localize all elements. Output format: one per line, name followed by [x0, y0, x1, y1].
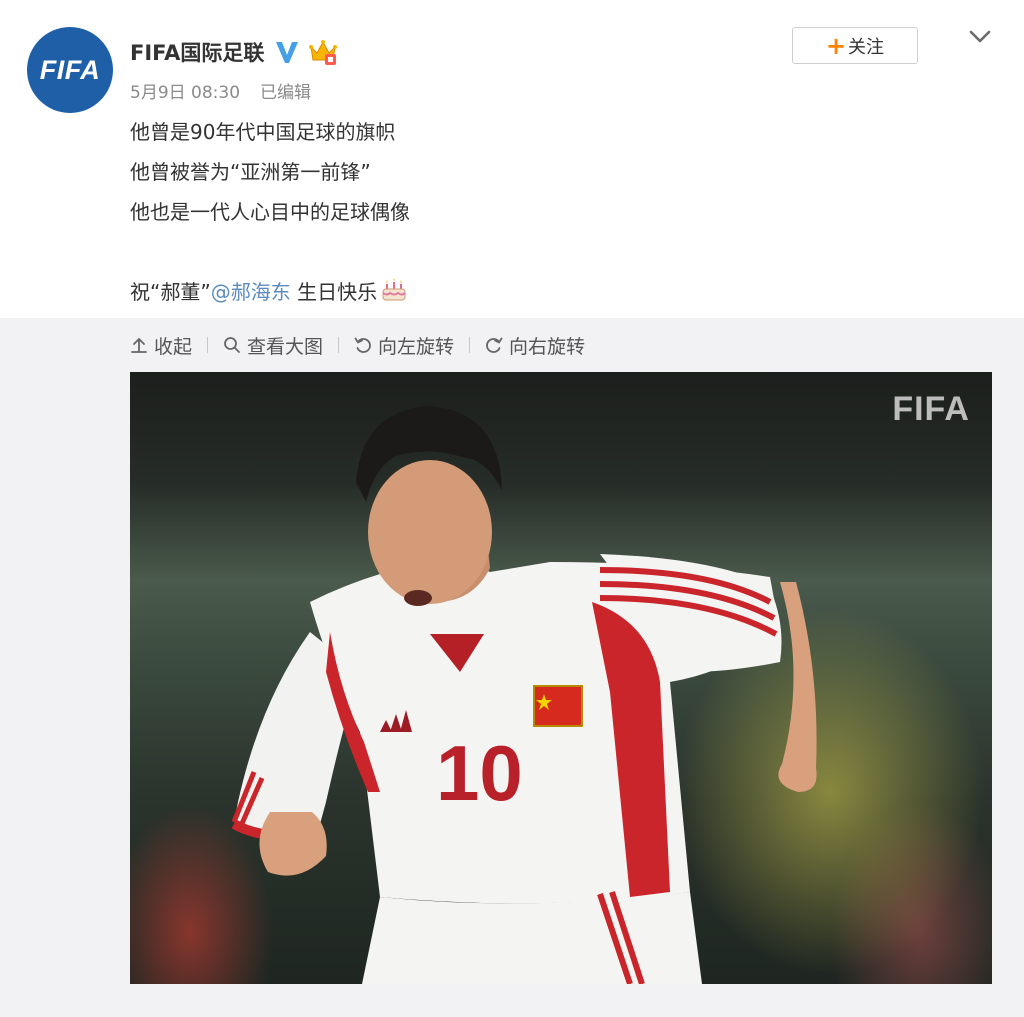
mention-link[interactable]: @郝海东 — [211, 280, 291, 304]
birthday-line: 祝“郝董”@郝海东 生日快乐 — [130, 272, 410, 312]
avatar-logo-text: FIFA — [39, 54, 101, 85]
crown-member-icon[interactable] — [308, 38, 338, 66]
account-name-row: FIFA国际足联 — [130, 34, 338, 70]
post-line: 他也是一代人心目中的足球偶像 — [130, 200, 410, 224]
collapse-button[interactable]: 收起 — [130, 332, 192, 359]
verified-v-icon[interactable] — [274, 39, 300, 65]
follow-label: 关注 — [848, 36, 885, 58]
post-line: 他曾被誉为“亚洲第一前锋” — [130, 160, 371, 184]
post-text: 他曾是90年代中国足球的旗帜 他曾被誉为“亚洲第一前锋” 他也是一代人心目中的足… — [130, 112, 410, 312]
birthday-cake-icon — [382, 278, 406, 301]
plus-icon: + — [825, 31, 847, 60]
wish-prefix: 祝“郝董” — [130, 280, 211, 304]
jersey-number: 10 — [436, 729, 523, 817]
fifa-watermark: FIFA — [892, 390, 970, 428]
rotate-right-label: 向右旋转 — [509, 335, 586, 358]
account-avatar[interactable]: FIFA — [27, 27, 113, 113]
post-timestamp[interactable]: 5月9日 08:30 — [130, 78, 240, 103]
chevron-down-icon[interactable] — [968, 28, 992, 46]
edited-label[interactable]: 已编辑 — [260, 78, 311, 103]
post-line: 他曾是90年代中国足球的旗帜 — [130, 120, 396, 144]
rotate-left-label: 向左旋转 — [378, 335, 455, 358]
media-toolbar: 收起 查看大图 向左旋转 向右旋转 — [130, 327, 585, 363]
toolbar-divider — [338, 337, 340, 353]
post-meta: 5月9日 08:30 已编辑 — [130, 78, 311, 103]
toolbar-divider — [207, 337, 209, 353]
weibo-post: FIFA FIFA国际足联 5月9日 08:30 已编辑 + 关注 他曾是90年… — [0, 0, 1024, 1017]
follow-button[interactable]: + 关注 — [792, 27, 918, 64]
post-photo[interactable]: 10 FIFA — [130, 372, 992, 984]
view-large-button[interactable]: 查看大图 — [223, 332, 323, 359]
account-name[interactable]: FIFA国际足联 — [130, 37, 264, 67]
rotate-right-button[interactable]: 向右旋转 — [485, 332, 585, 359]
rotate-left-button[interactable]: 向左旋转 — [354, 332, 454, 359]
collapse-label: 收起 — [154, 335, 193, 358]
search-icon — [224, 337, 240, 353]
toolbar-divider — [469, 337, 471, 353]
view-large-label: 查看大图 — [247, 335, 324, 358]
collapse-up-icon — [131, 337, 147, 353]
rotate-left-icon — [354, 337, 371, 353]
rotate-right-icon — [486, 337, 503, 353]
wish-suffix: 生日快乐 — [290, 280, 378, 304]
player-illustration: 10 — [231, 406, 817, 984]
